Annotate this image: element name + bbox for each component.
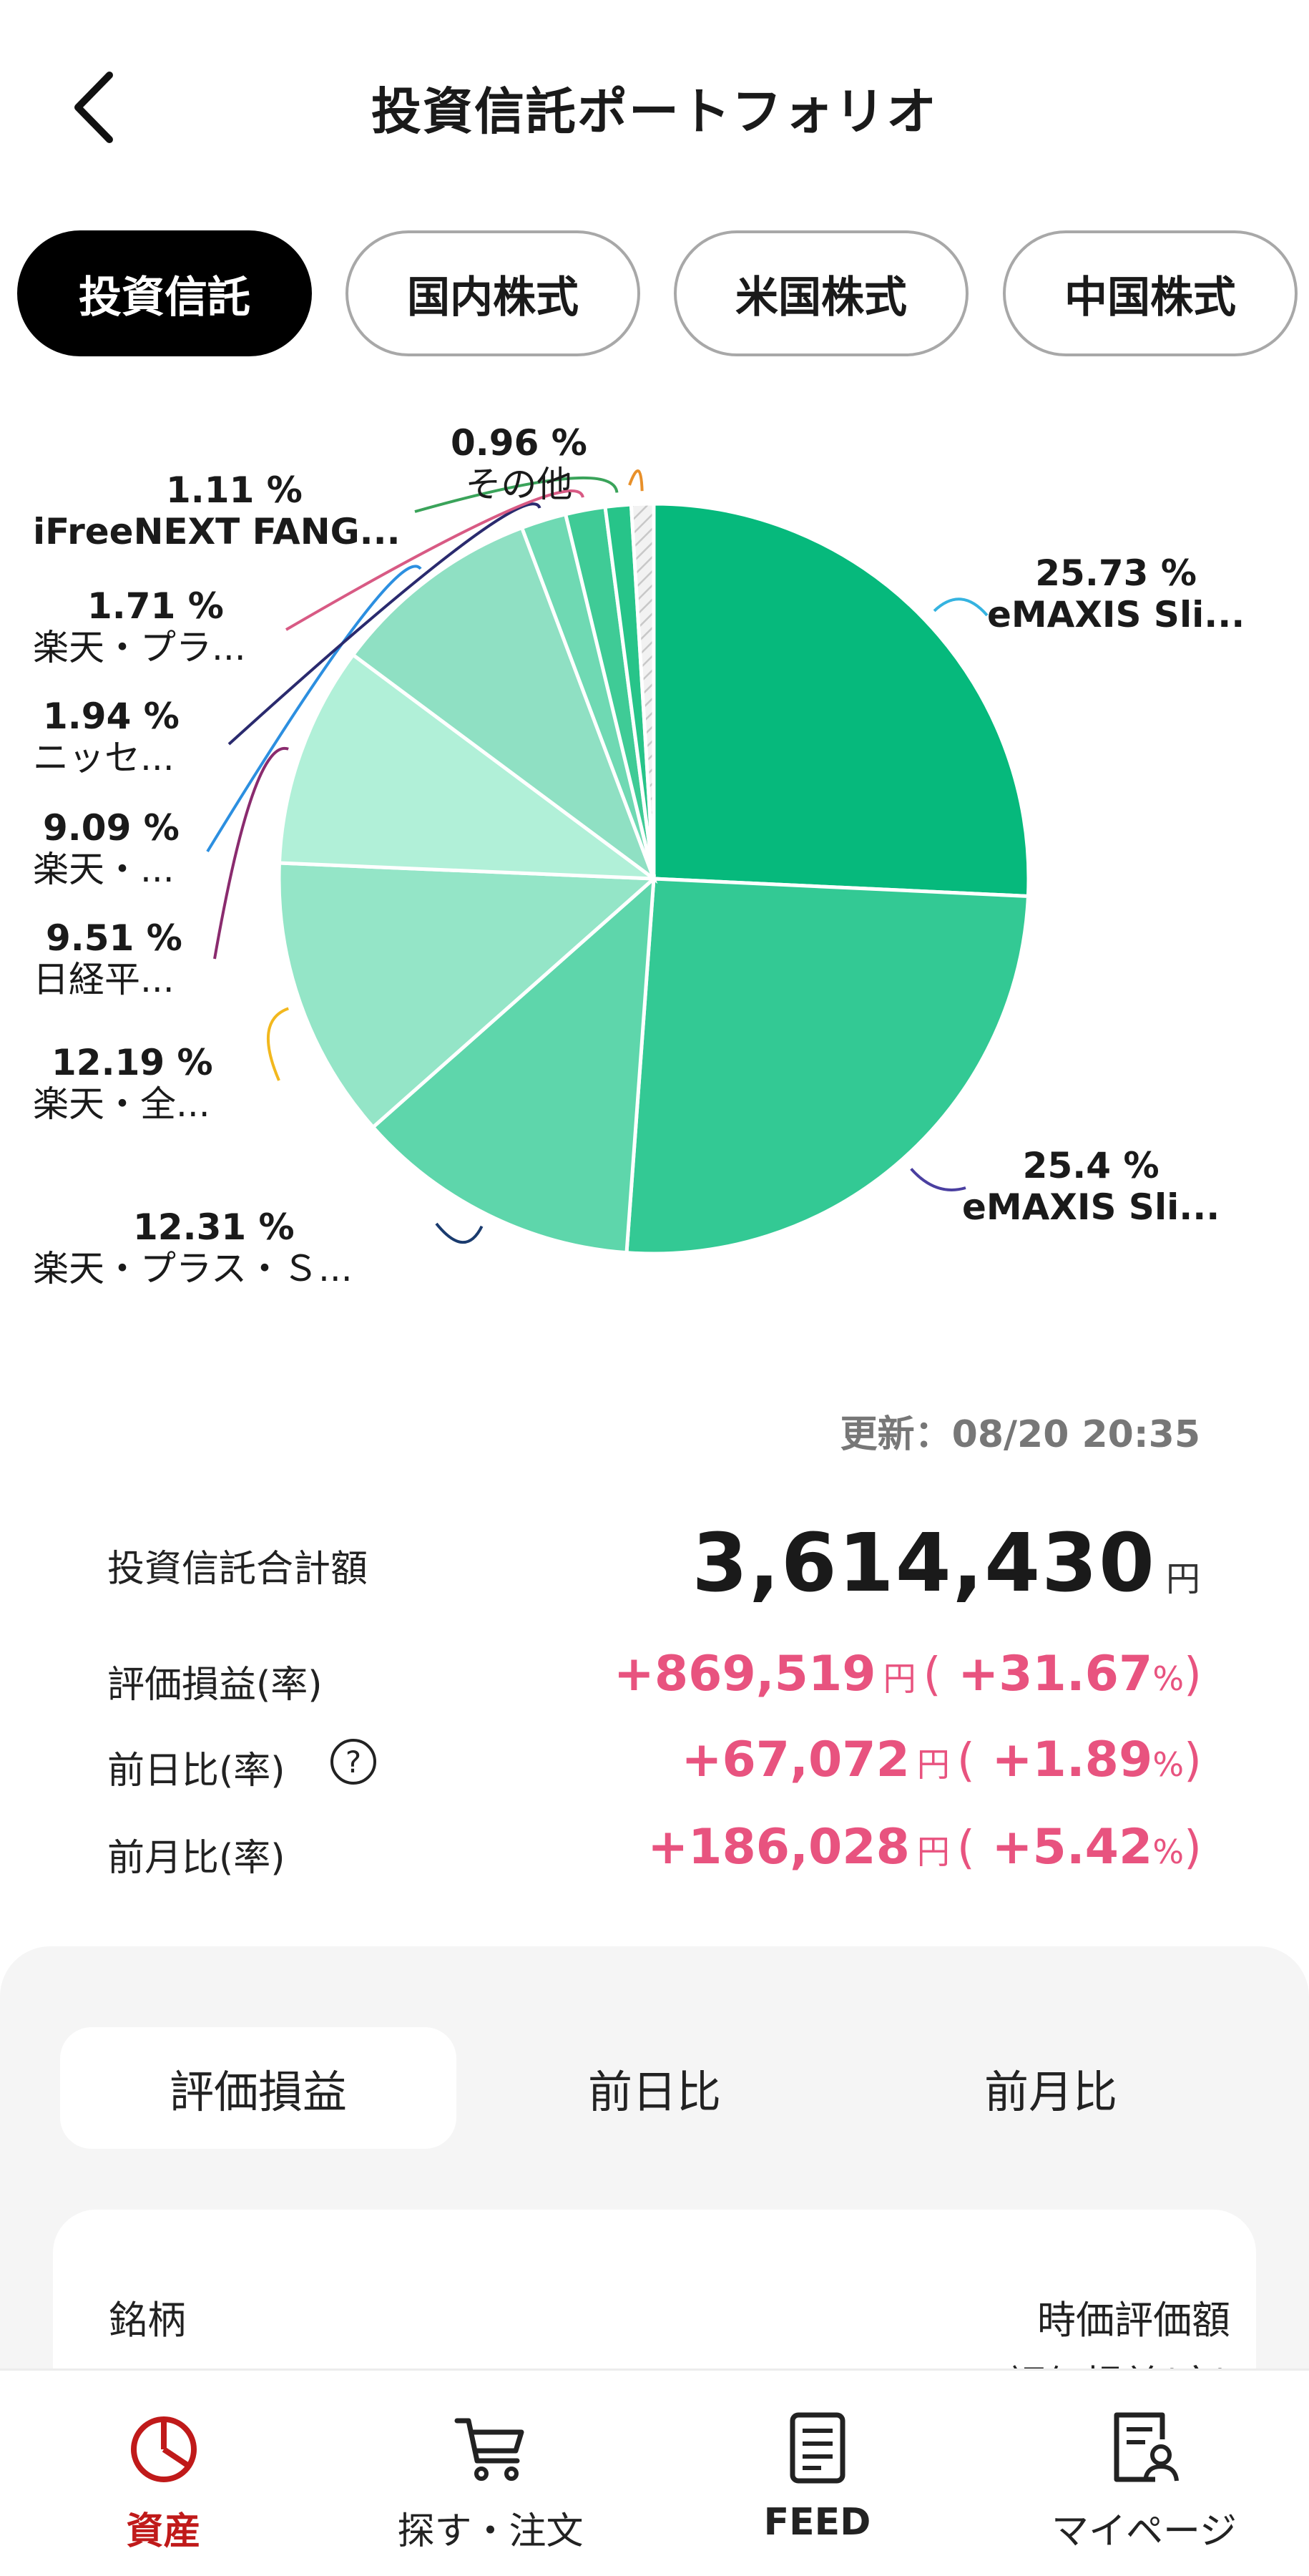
month-change-row: 前月比(率) +186,028 円( +5.42%) [107,1819,1202,1883]
slice-label-2: 12.31 % 楽天・プラス・Ｓ... [33,1206,353,1289]
leader-line-2 [435,1222,484,1244]
segment-month-change[interactable]: 前月比 [853,2027,1249,2149]
day-change-row: 前日比(率) ? +67,072 円( +1.89%) [107,1732,1202,1796]
segmented-control: 評価損益 前日比 前月比 [60,2027,1249,2149]
total-label: 投資信託合計額 [107,1548,368,1591]
page-title: 投資信託ポートフォリオ [371,82,938,141]
cart-icon [454,2418,524,2481]
slice-label-5: 9.09 % 楽天・... [33,807,180,890]
nav-feed[interactable]: FEED [654,2371,981,2576]
pnl-value: +869,519 円( +31.67%) [613,1646,1202,1702]
leader-line-3 [266,1007,289,1081]
last-updated: 更新：08/20 20:35 [840,1413,1200,1456]
nav-label-search-order: 探す・注文 [397,2510,584,2553]
bottom-nav: 資産 探す・注文 FEED マイページ [0,2368,1309,2576]
leader-line-9 [628,469,644,492]
segment-unrealized-pnl[interactable]: 評価損益 [60,2027,456,2149]
slice-label-4: 9.51 % 日経平... [33,917,182,1000]
leader-line-0 [933,597,989,617]
slice-label-0: 25.73 % eMAXIS Sli... [987,552,1245,635]
nav-label-mypage: マイページ [1051,2510,1237,2553]
day-change-value: +67,072 円( +1.89%) [681,1732,1202,1788]
header: 投資信託ポートフォリオ [0,0,1309,215]
pie-slice-0[interactable] [652,502,1031,899]
pnl-label: 評価損益(率) [107,1664,323,1707]
tab-domestic-stocks[interactable]: 国内株式 [345,230,640,356]
newspaper-icon [790,2412,845,2484]
total-row: 投資信託合計額 3,614,430 円 [107,1517,1202,1617]
nav-label-feed: FEED [763,2501,871,2544]
total-amount: 3,614,430 円 [692,1517,1202,1610]
tab-china-stocks[interactable]: 中国株式 [1003,230,1298,356]
nav-label-assets: 資産 [126,2510,201,2553]
segment-day-change[interactable]: 前日比 [456,2027,853,2149]
slice-label-6: 1.94 % ニッセ... [33,696,180,779]
nav-search-order[interactable]: 探す・注文 [327,2371,654,2576]
slice-label-9: 0.96 % その他 [451,422,587,505]
portfolio-pie-chart: 25.73 % eMAXIS Sli... 25.4 % eMAXIS Sli.… [0,401,1309,1331]
month-change-label: 前月比(率) [107,1837,285,1880]
column-header-name: 銘柄 [109,2298,186,2343]
slice-label-1: 25.4 % eMAXIS Sli... [962,1145,1220,1228]
tab-investment-trust[interactable]: 投資信託 [17,230,312,356]
nav-assets[interactable]: 資産 [0,2371,327,2576]
leader-line-1 [910,1168,966,1191]
column-header-value: 時価評価額 [1037,2298,1230,2343]
slice-label-8: 1.11 % iFreeNEXT FANG... [33,469,401,552]
pie-chart-icon [130,2416,197,2482]
pnl-row: 評価損益(率) +869,519 円( +31.67%) [107,1646,1202,1710]
slice-label-7: 1.71 % 楽天・プラ... [33,585,246,668]
help-icon[interactable]: ? [330,1739,376,1785]
slice-label-3: 12.19 % 楽天・全... [33,1042,213,1125]
nav-mypage[interactable]: マイページ [981,2371,1308,2576]
user-document-icon [1114,2412,1179,2482]
tab-us-stocks[interactable]: 米国株式 [674,230,969,356]
month-change-value: +186,028 円( +5.42%) [647,1819,1202,1875]
day-change-label: 前日比(率) [107,1750,285,1792]
category-tabs: 投資信託 国内株式 米国株式 中国株式 [17,230,1298,356]
